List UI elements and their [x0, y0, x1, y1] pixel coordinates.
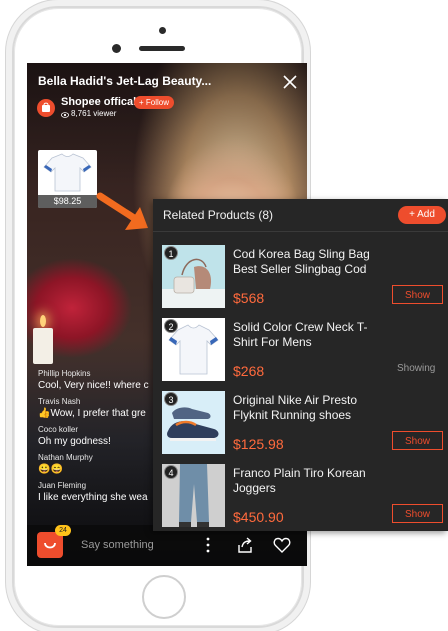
close-icon[interactable] [283, 75, 297, 89]
heart-icon[interactable] [273, 536, 291, 554]
comment-text: I like everything she wea [38, 492, 148, 503]
comment-author: Coco koller [38, 425, 79, 434]
comment-author: Travis Nash [38, 397, 81, 406]
show-button[interactable]: Show [392, 285, 443, 304]
panel-header: Related Products (8) + Add [153, 199, 448, 232]
product-price: $450.90 [233, 509, 284, 525]
arrow-pointer-icon [96, 192, 148, 230]
comment-text: 👍Wow, I prefer that gre [38, 408, 146, 419]
show-button[interactable]: Show [392, 504, 443, 523]
comment: Travis Nash 👍Wow, I prefer that gre [38, 396, 158, 420]
front-camera [112, 44, 121, 53]
product-name: Solid Color Crew Neck T-Shirt For Mens [233, 320, 368, 349]
product-item[interactable]: 1 Cod Korea Bag Sling Bag Best Seller Sl… [153, 239, 448, 311]
product-number: 2 [164, 319, 178, 333]
bag-count-badge: 24 [55, 525, 71, 536]
product-item[interactable]: 4 Franco Plain Tiro Korean Joggers $450.… [153, 458, 448, 530]
comment-author: Juan Fleming [38, 481, 87, 490]
viewer-count: 8,761 viewer [71, 109, 117, 118]
earpiece-speaker [139, 46, 185, 51]
comment-text: Cool, Very nice!! where c [38, 380, 149, 391]
panel-title: Related Products (8) [163, 208, 274, 222]
comment-list: Phillip Hopkins Cool, Very nice!! where … [38, 368, 158, 508]
home-button[interactable] [142, 575, 186, 619]
product-price: $125.98 [233, 436, 284, 452]
comment-author: Phillip Hopkins [38, 369, 91, 378]
related-products-panel: Related Products (8) + Add 1 Cod Korea B… [153, 199, 448, 531]
comment: Juan Fleming I like everything she wea [38, 480, 158, 504]
show-button[interactable]: Show [392, 431, 443, 450]
product-number: 1 [164, 246, 178, 260]
comment-text: Oh my godness! [38, 436, 111, 447]
follow-button[interactable]: + Follow [134, 96, 175, 109]
shop-logo[interactable] [37, 99, 55, 117]
product-item[interactable]: 2 Solid Color Crew Neck T-Shirt For Mens… [153, 312, 448, 384]
product-item[interactable]: 3 Original Nike Air Presto Flyknit Runni… [153, 385, 448, 457]
shopee-bag-icon [42, 102, 50, 112]
comment: Coco koller Oh my godness! [38, 424, 158, 448]
shop-name[interactable]: Shopee offical [61, 96, 136, 108]
more-vertical-icon[interactable] [205, 536, 211, 554]
comment-input[interactable] [81, 537, 181, 553]
product-name: Franco Plain Tiro Korean Joggers [233, 466, 366, 495]
speaker-dot [159, 27, 166, 34]
eye-icon [61, 112, 69, 118]
product-price: $568 [233, 290, 265, 306]
comment: Phillip Hopkins Cool, Very nice!! where … [38, 368, 158, 392]
add-product-button[interactable]: + Add [398, 206, 446, 224]
product-number: 4 [164, 465, 178, 479]
bottom-bar: 24 [27, 525, 307, 566]
share-icon[interactable] [236, 536, 254, 554]
tshirt-thumbnail [43, 153, 92, 192]
product-name: Cod Korea Bag Sling Bag Best Seller Slin… [233, 247, 370, 276]
pinned-product[interactable]: $98.25 [38, 150, 97, 208]
product-name: Original Nike Air Presto Flyknit Running… [233, 393, 358, 422]
comment-author: Nathan Murphy [38, 453, 93, 462]
product-number: 3 [164, 392, 178, 406]
showing-status: Showing [397, 363, 436, 374]
stream-title: Bella Hadid's Jet-Lag Beauty... [38, 74, 212, 88]
product-price: $268 [233, 363, 265, 379]
pinned-product-price: $98.25 [38, 195, 97, 208]
comment-text: 😀😄 [38, 464, 63, 475]
comment: Nathan Murphy 😀😄 [38, 452, 158, 476]
